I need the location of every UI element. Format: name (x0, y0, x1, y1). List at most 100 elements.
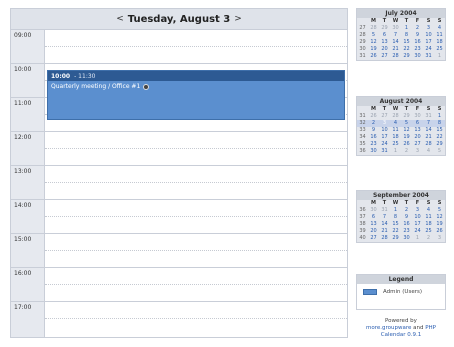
day-cell[interactable]: 3 (434, 235, 445, 242)
day-cell[interactable]: 4 (423, 148, 434, 155)
day-cell[interactable]: 1 (434, 113, 445, 120)
event-info-icon[interactable] (143, 83, 150, 90)
day-cell[interactable]: 30 (368, 207, 379, 214)
day-cell[interactable]: 26 (434, 228, 445, 235)
day-cell[interactable]: 7 (423, 120, 434, 127)
day-cell[interactable]: 23 (401, 228, 412, 235)
day-cell[interactable]: 3 (412, 148, 423, 155)
day-cell[interactable]: 15 (434, 127, 445, 134)
day-cell[interactable]: 25 (390, 141, 401, 148)
day-cell[interactable]: 28 (423, 141, 434, 148)
day-cell[interactable]: 28 (368, 25, 379, 32)
day-cell[interactable]: 28 (379, 235, 390, 242)
day-cell[interactable]: 22 (390, 228, 401, 235)
week-number[interactable]: 30 (357, 46, 368, 53)
next-day-icon[interactable]: > (230, 14, 246, 24)
day-cell[interactable]: 25 (423, 228, 434, 235)
week-number[interactable]: 37 (357, 214, 368, 221)
day-cell[interactable]: 30 (368, 148, 379, 155)
day-cell[interactable]: 12 (401, 127, 412, 134)
day-cell[interactable]: 22 (434, 134, 445, 141)
day-cell[interactable]: 3 (412, 207, 423, 214)
day-cell[interactable]: 30 (390, 25, 401, 32)
day-cell[interactable]: 11 (434, 32, 445, 39)
day-cell[interactable]: 5 (434, 148, 445, 155)
day-cell[interactable]: 28 (390, 53, 401, 60)
week-number[interactable]: 34 (357, 134, 368, 141)
day-cell[interactable]: 1 (412, 235, 423, 242)
day-cell[interactable]: 25 (434, 46, 445, 53)
day-cell[interactable]: 5 (434, 207, 445, 214)
day-cell[interactable]: 20 (379, 46, 390, 53)
day-cell[interactable]: 29 (401, 113, 412, 120)
event-title[interactable]: Quarterly meeting / Office #1 (51, 83, 140, 90)
mini-calendar-title[interactable]: August 2004 (357, 97, 445, 106)
week-number[interactable]: 38 (357, 221, 368, 228)
week-number[interactable]: 36 (357, 148, 368, 155)
day-cell[interactable]: 4 (423, 207, 434, 214)
day-cell[interactable]: 26 (368, 113, 379, 120)
day-cell[interactable]: 13 (412, 127, 423, 134)
day-cell[interactable]: 16 (368, 134, 379, 141)
day-cell[interactable]: 11 (423, 214, 434, 221)
day-cell[interactable]: 26 (401, 141, 412, 148)
day-cell[interactable]: 31 (379, 148, 390, 155)
week-number[interactable]: 36 (357, 207, 368, 214)
day-cell[interactable]: 20 (412, 134, 423, 141)
day-cell[interactable]: 12 (434, 214, 445, 221)
week-number[interactable]: 31 (357, 113, 368, 120)
day-cell[interactable]: 14 (423, 127, 434, 134)
day-cell[interactable]: 28 (390, 113, 401, 120)
day-cell[interactable]: 24 (379, 141, 390, 148)
day-cell[interactable]: 1 (390, 148, 401, 155)
day-cell[interactable]: 27 (379, 53, 390, 60)
day-cell[interactable]: 18 (423, 221, 434, 228)
day-cell[interactable]: 13 (368, 221, 379, 228)
day-cell[interactable]: 29 (401, 53, 412, 60)
day-cell[interactable]: 5 (368, 32, 379, 39)
day-cell[interactable]: 6 (412, 120, 423, 127)
mini-calendar-title[interactable]: July 2004 (357, 9, 445, 18)
day-cell[interactable]: 21 (423, 134, 434, 141)
day-cell[interactable]: 1 (434, 53, 445, 60)
day-cell[interactable]: 8 (401, 32, 412, 39)
day-cell[interactable]: 1 (401, 25, 412, 32)
day-cell[interactable]: 31 (423, 113, 434, 120)
day-cell[interactable]: 20 (368, 228, 379, 235)
day-cell[interactable]: 9 (412, 32, 423, 39)
day-cell[interactable]: 29 (379, 25, 390, 32)
day-cell[interactable]: 8 (434, 120, 445, 127)
day-cell[interactable]: 2 (412, 25, 423, 32)
day-cell[interactable]: 5 (401, 120, 412, 127)
week-number[interactable]: 29 (357, 39, 368, 46)
week-number[interactable]: 35 (357, 141, 368, 148)
day-cell[interactable]: 16 (401, 221, 412, 228)
week-number[interactable]: 28 (357, 32, 368, 39)
day-cell[interactable]: 1 (390, 207, 401, 214)
calendar-event[interactable]: 10:00 - 11:30 Quarterly meeting / Office… (47, 70, 345, 120)
day-cell[interactable]: 21 (390, 46, 401, 53)
day-cell[interactable]: 29 (434, 141, 445, 148)
day-cell[interactable]: 4 (390, 120, 401, 127)
day-cell[interactable]: 31 (379, 207, 390, 214)
day-cell[interactable]: 23 (368, 141, 379, 148)
day-cell[interactable]: 27 (412, 141, 423, 148)
day-cell[interactable]: 31 (423, 53, 434, 60)
day-cell[interactable]: 7 (390, 32, 401, 39)
day-cell[interactable]: 26 (368, 53, 379, 60)
day-cell[interactable]: 10 (412, 214, 423, 221)
day-cell[interactable]: 4 (434, 25, 445, 32)
day-cell[interactable]: 9 (368, 127, 379, 134)
day-cell[interactable]: 27 (379, 113, 390, 120)
day-cell[interactable]: 24 (423, 46, 434, 53)
day-cell[interactable]: 6 (368, 214, 379, 221)
groupware-link[interactable]: more.groupware (366, 325, 411, 331)
day-cell[interactable]: 3 (423, 25, 434, 32)
day-cell[interactable]: 10 (423, 32, 434, 39)
day-cell[interactable]: 2 (368, 120, 379, 127)
day-cell[interactable]: 19 (434, 221, 445, 228)
week-number[interactable]: 39 (357, 228, 368, 235)
week-number[interactable]: 27 (357, 25, 368, 32)
week-number[interactable]: 33 (357, 127, 368, 134)
prev-day-icon[interactable]: < (112, 14, 128, 24)
